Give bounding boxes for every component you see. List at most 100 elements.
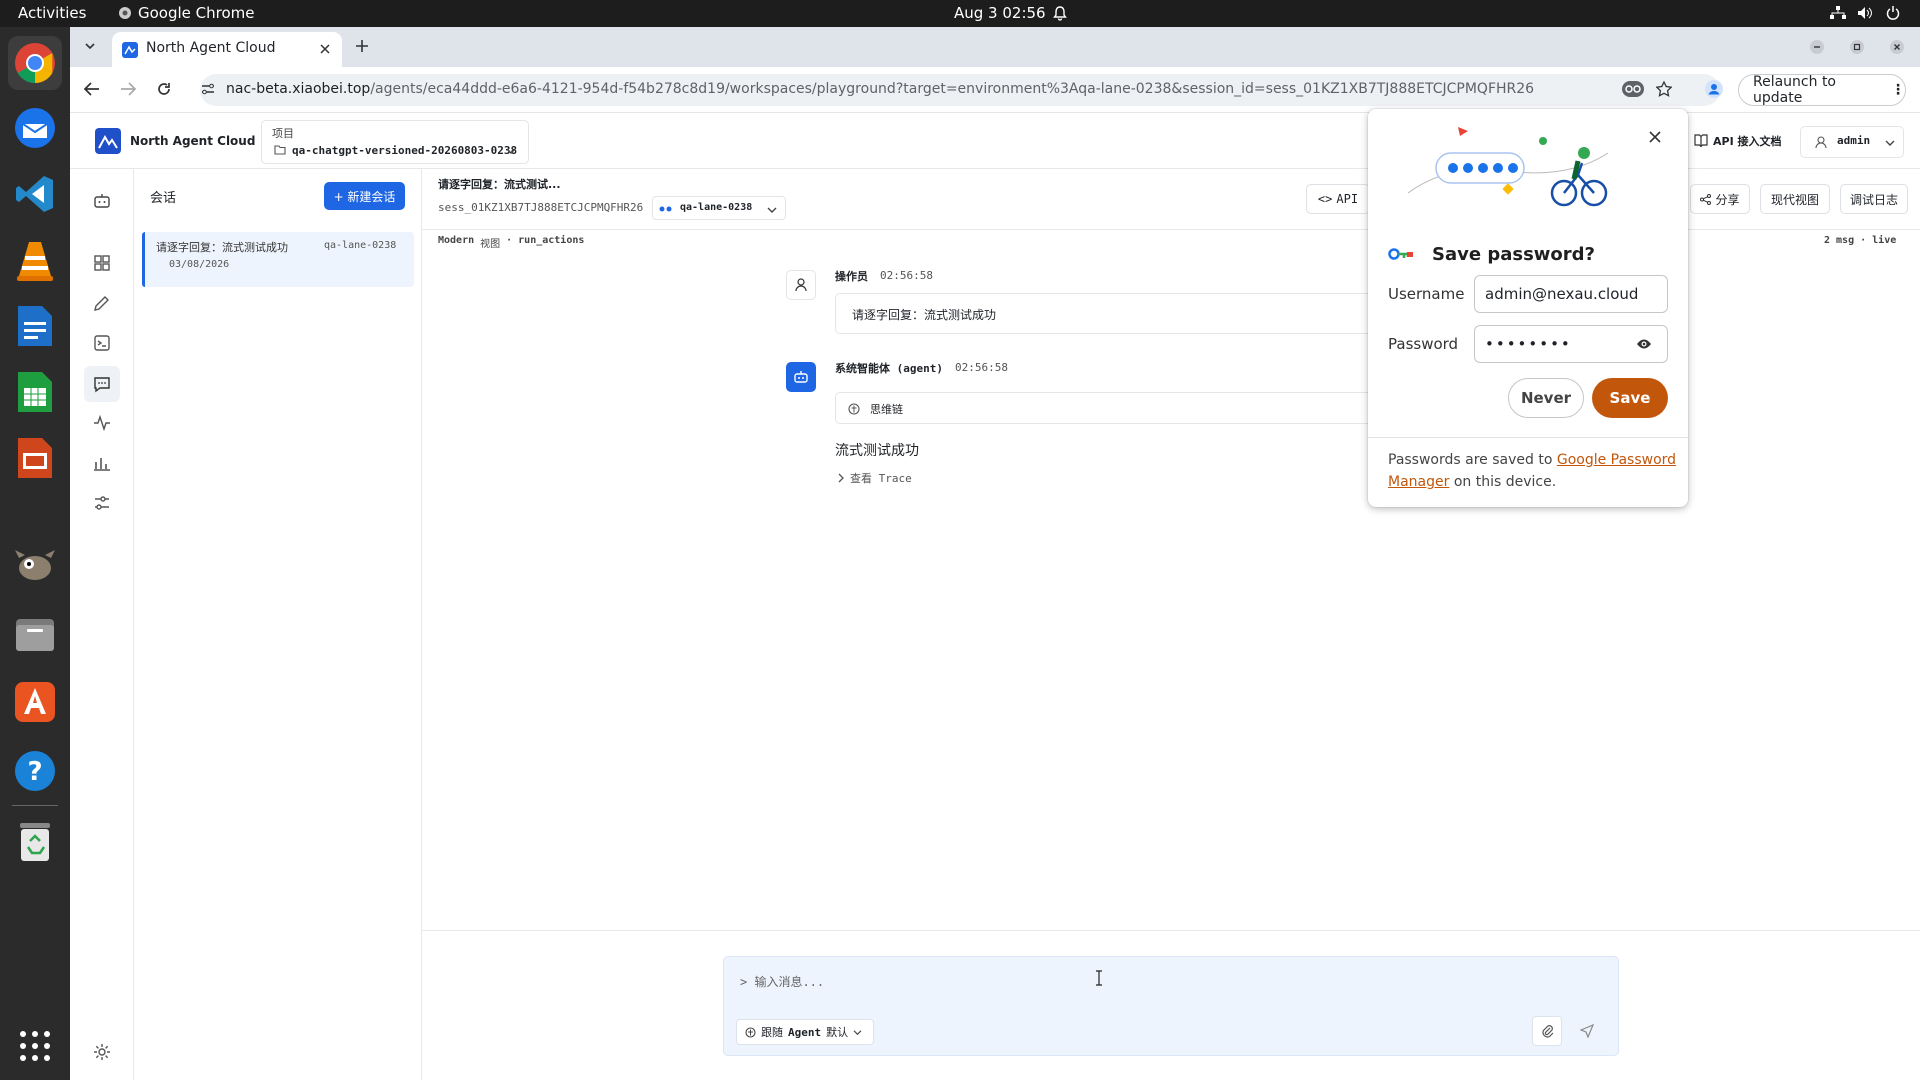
new-tab-icon[interactable] bbox=[355, 39, 369, 53]
sessions-title: 会话 bbox=[150, 191, 177, 206]
dialog-footer: Passwords are saved to Google Password M… bbox=[1388, 449, 1678, 493]
sliders-icon[interactable] bbox=[92, 493, 112, 513]
message-time: 02:56:58 bbox=[880, 269, 933, 282]
minimize-icon[interactable] bbox=[1810, 40, 1824, 54]
footer-text-1: Passwords are saved to bbox=[1388, 452, 1553, 468]
session-list-item[interactable]: 请逐字回复：流式测试成功 qa-lane-0238 03/08/2026 bbox=[142, 232, 414, 287]
mode-follow: 跟随 bbox=[761, 1026, 783, 1039]
send-icon[interactable] bbox=[1580, 1024, 1594, 1038]
dock-divider bbox=[12, 805, 58, 806]
settings-gear-icon[interactable] bbox=[92, 1042, 112, 1062]
edit-pencil-icon[interactable] bbox=[92, 293, 112, 313]
dock-show-apps[interactable] bbox=[8, 1019, 62, 1073]
logo-text[interactable]: North Agent Cloud bbox=[130, 134, 255, 148]
close-window-icon[interactable] bbox=[1890, 40, 1904, 54]
forward-icon[interactable] bbox=[120, 82, 136, 96]
close-icon[interactable] bbox=[1649, 131, 1661, 143]
terminal-icon[interactable] bbox=[92, 333, 112, 353]
view-trace-toggle[interactable]: 查看 Trace bbox=[838, 470, 912, 486]
app-menu[interactable]: Google Chrome bbox=[118, 4, 255, 22]
calc-icon bbox=[18, 372, 52, 412]
url-host: nac-beta.xiaobei.top bbox=[226, 81, 371, 97]
tab-close-icon[interactable] bbox=[320, 44, 330, 54]
username-field[interactable]: admin@nexau.cloud bbox=[1474, 275, 1668, 313]
clock[interactable]: Aug 3 02:56 bbox=[954, 4, 1046, 22]
site-info-icon[interactable] bbox=[201, 82, 215, 96]
user-menu[interactable]: admin bbox=[1800, 126, 1904, 158]
bell-icon[interactable] bbox=[1053, 6, 1067, 21]
agent-bot-icon bbox=[794, 371, 808, 383]
volume-icon[interactable] bbox=[1857, 6, 1873, 20]
password-illustration-icon bbox=[1408, 127, 1608, 207]
view-trace-label: 查看 Trace bbox=[850, 472, 912, 485]
new-session-button[interactable]: + 新建会话 bbox=[324, 182, 405, 210]
brain-icon bbox=[848, 403, 860, 415]
bar-chart-icon[interactable] bbox=[92, 453, 112, 473]
header-divider bbox=[422, 229, 1920, 230]
relaunch-button[interactable]: Relaunch to update ⋮ bbox=[1738, 74, 1906, 106]
agent-bot-icon[interactable] bbox=[92, 191, 112, 211]
eye-icon[interactable] bbox=[1636, 338, 1652, 350]
dock-writer[interactable] bbox=[8, 299, 62, 353]
chat-icon[interactable] bbox=[92, 374, 112, 394]
thunderbird-icon bbox=[15, 108, 55, 148]
dock-app-center[interactable] bbox=[8, 675, 62, 729]
dock-calc[interactable] bbox=[8, 365, 62, 419]
debug-log-button[interactable]: 调试日志 bbox=[1840, 184, 1908, 214]
dashboard-icon[interactable] bbox=[92, 253, 112, 273]
profile-icon[interactable] bbox=[1705, 80, 1723, 98]
browser-tab[interactable]: North Agent Cloud bbox=[112, 32, 342, 67]
attach-button[interactable] bbox=[1532, 1016, 1562, 1046]
restore-icon[interactable] bbox=[1850, 40, 1864, 54]
api-docs-link[interactable]: API 接入文档 bbox=[1713, 133, 1782, 149]
message-input[interactable]: > 输入消息... bbox=[740, 973, 824, 990]
dock-chrome[interactable] bbox=[8, 36, 62, 90]
chevron-down-icon bbox=[767, 207, 777, 213]
chevron-down-icon bbox=[853, 1029, 862, 1035]
save-button[interactable]: Save bbox=[1592, 378, 1668, 418]
password-key-icon[interactable] bbox=[1622, 81, 1644, 97]
api-button-label: API bbox=[1336, 192, 1359, 206]
thinking-chain-toggle[interactable]: 思维链 bbox=[835, 392, 1370, 424]
message-count-status: 2 msg · live bbox=[1824, 235, 1897, 246]
book-icon bbox=[1694, 134, 1708, 147]
tab-strip bbox=[70, 27, 1920, 67]
dialog-divider bbox=[1368, 437, 1688, 438]
writer-icon bbox=[18, 306, 52, 346]
dock-impress[interactable] bbox=[8, 431, 62, 485]
footer-text-2: on this device. bbox=[1453, 474, 1557, 490]
dock-vlc[interactable] bbox=[8, 233, 62, 287]
bookmark-star-icon[interactable] bbox=[1656, 81, 1672, 97]
env-name: qa-lane-0238 bbox=[680, 202, 753, 213]
env-selector[interactable]: qa-lane-0238 bbox=[652, 196, 786, 220]
dock-help[interactable]: ? bbox=[8, 744, 62, 798]
activity-icon[interactable] bbox=[92, 413, 112, 433]
key-icon bbox=[1388, 248, 1413, 260]
dock-trash[interactable] bbox=[8, 815, 62, 869]
thinking-chain-label: 思维链 bbox=[870, 403, 903, 416]
project-label: 项目 bbox=[272, 127, 294, 140]
back-icon[interactable] bbox=[84, 82, 100, 96]
dock-gimp[interactable] bbox=[8, 537, 62, 591]
activities-button[interactable]: Activities bbox=[18, 4, 86, 22]
never-button[interactable]: Never bbox=[1508, 378, 1584, 418]
dock-files[interactable] bbox=[8, 606, 62, 660]
dock-thunderbird[interactable] bbox=[8, 101, 62, 155]
modern-view-button[interactable]: 现代视图 bbox=[1760, 184, 1830, 214]
power-icon[interactable] bbox=[1886, 6, 1900, 20]
kebab-menu-icon[interactable]: ⋮ bbox=[1891, 82, 1905, 98]
api-button[interactable]: <> API bbox=[1306, 184, 1370, 214]
svg-text:?: ? bbox=[27, 757, 42, 787]
share-button[interactable]: 分享 bbox=[1690, 184, 1750, 214]
network-icon[interactable] bbox=[1830, 6, 1846, 20]
tab-title: North Agent Cloud bbox=[146, 40, 276, 56]
reload-icon[interactable] bbox=[156, 81, 172, 97]
url-text[interactable]: nac-beta.xiaobei.top/agents/eca44ddd-e6a… bbox=[226, 81, 1534, 97]
tab-search-icon[interactable] bbox=[84, 40, 96, 52]
logo-icon[interactable] bbox=[95, 128, 121, 154]
agent-mode-selector[interactable]: 跟随 Agent 默认 bbox=[736, 1019, 874, 1045]
session-item-date: 03/08/2026 bbox=[169, 259, 230, 270]
dock-vscode[interactable] bbox=[8, 167, 62, 221]
system-top-bar: Activities Google Chrome Aug 3 02:56 bbox=[0, 0, 1920, 27]
project-selector[interactable]: 项目 qa-chatgpt-versioned-20260803-0238 bbox=[261, 120, 529, 164]
